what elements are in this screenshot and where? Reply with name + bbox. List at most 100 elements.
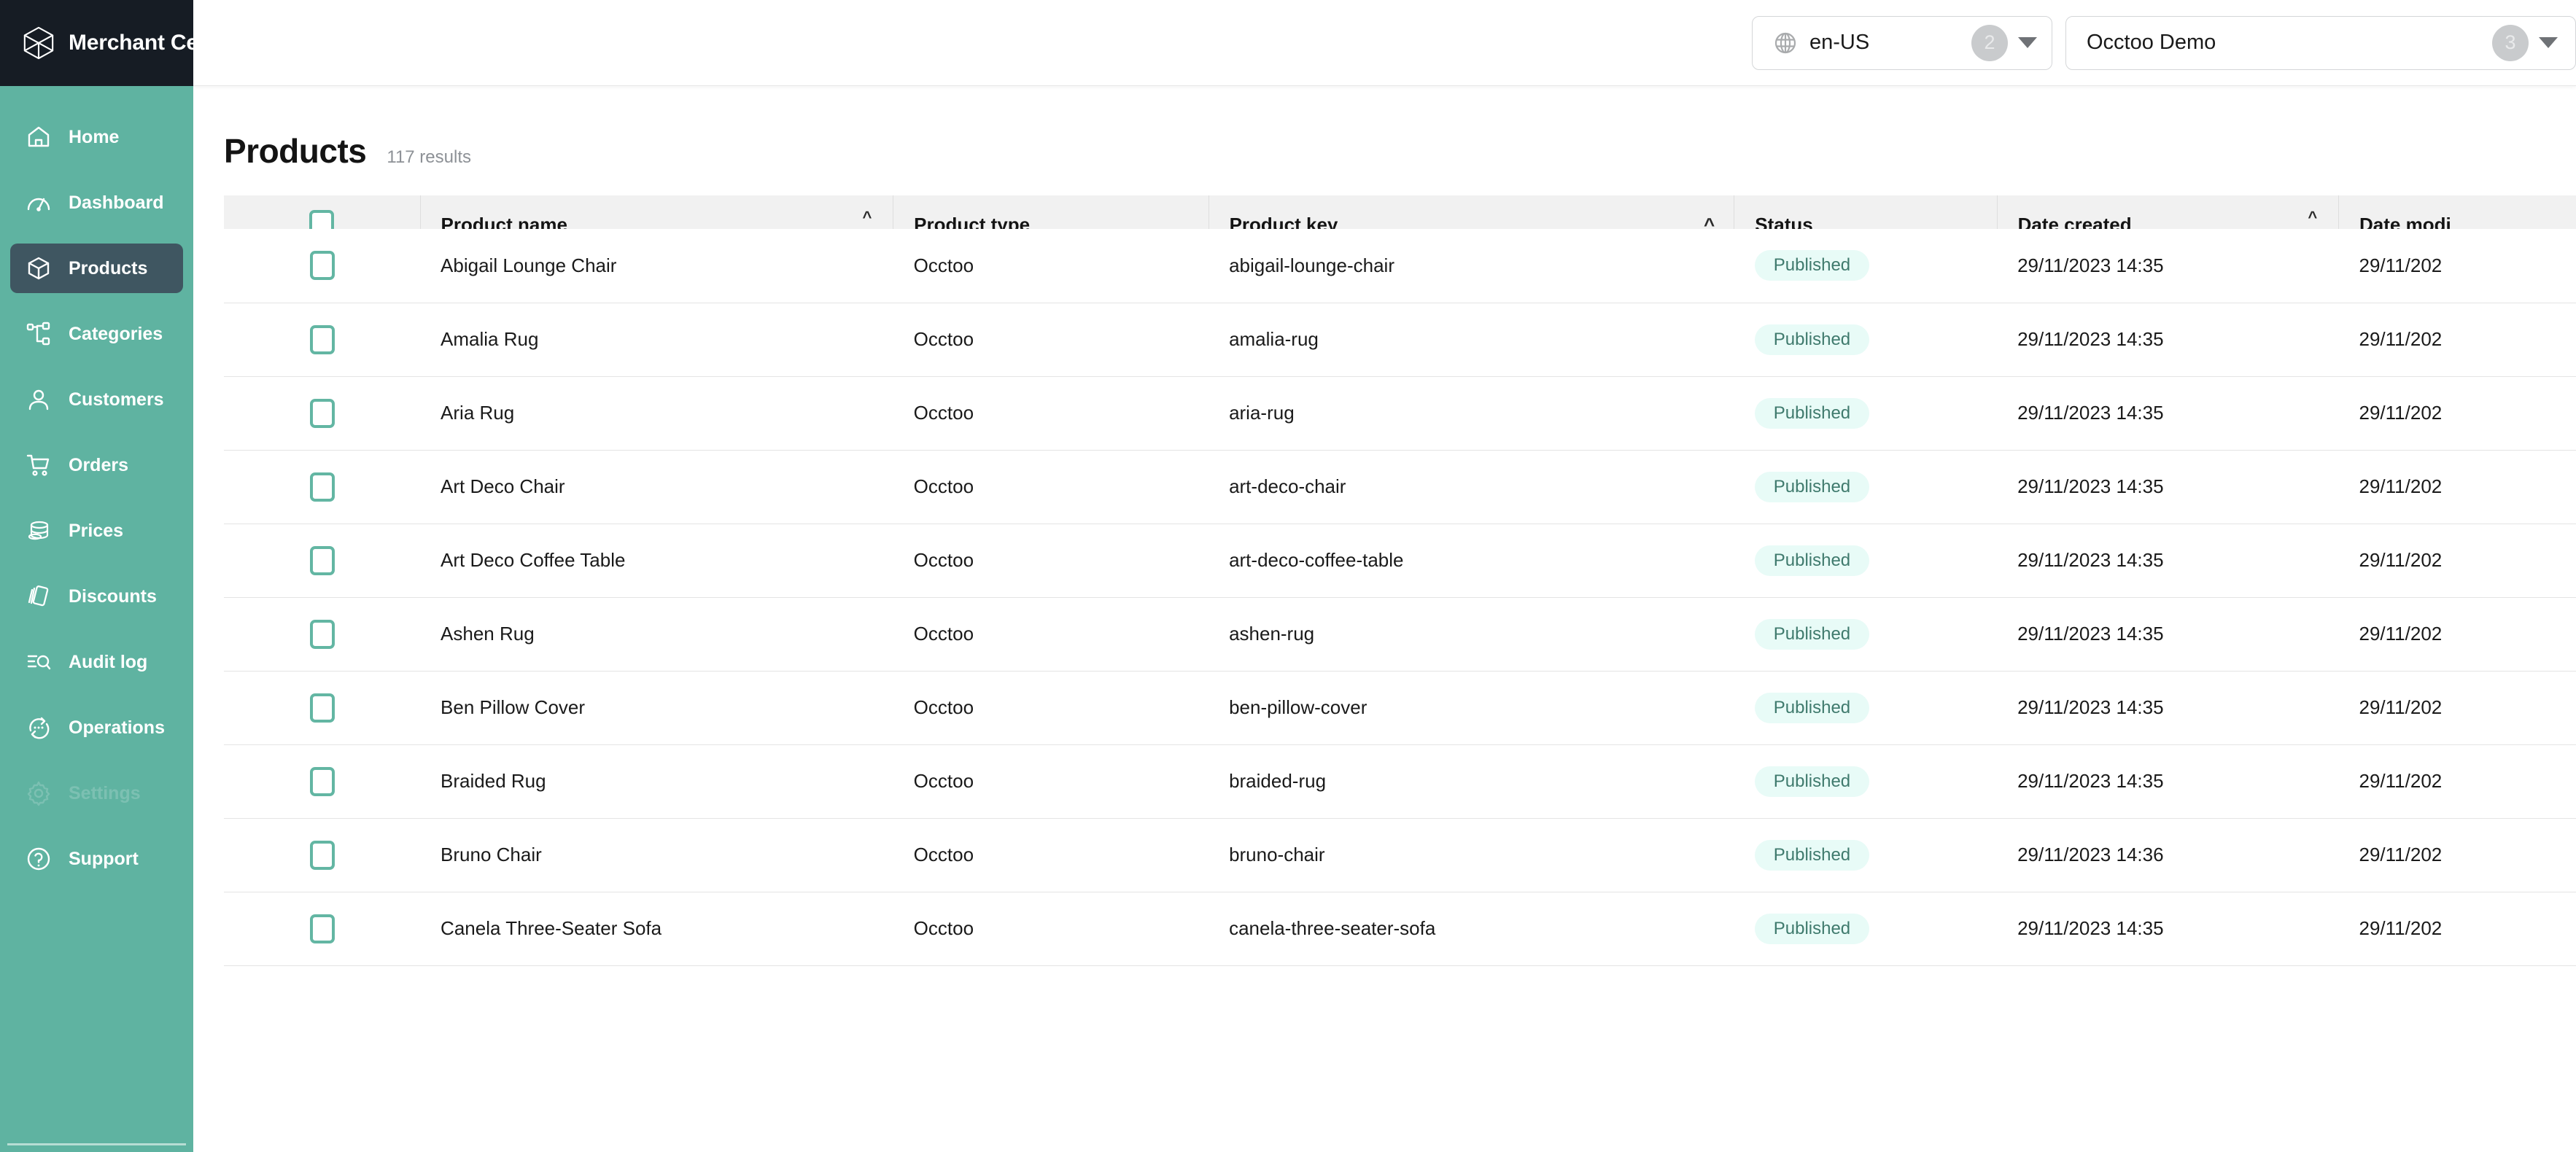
row-select-cell[interactable] <box>224 450 421 524</box>
table-row[interactable]: Ben Pillow Cover Occtoo ben-pillow-cover Pu… <box>224 671 2576 745</box>
table-row[interactable]: Bruno Chair Occtoo bruno-chair Published 29/… <box>224 818 2576 892</box>
cell-status: Published <box>1734 818 1998 892</box>
sidebar-item-customers[interactable]: Customers <box>10 375 183 424</box>
sidebar-item-settings[interactable]: Settings <box>10 768 183 818</box>
cell-date-modified: 29/11/202 <box>2338 376 2576 451</box>
cell-product-key: braided-rug <box>1209 744 1734 819</box>
table-row[interactable]: Amalia Rug Occtoo amalia-rug Published 29/11… <box>224 303 2576 377</box>
sidebar-item-products[interactable]: Products <box>10 244 183 293</box>
locale-selector-controls: 2 <box>1971 24 2037 61</box>
row-checkbox[interactable] <box>309 766 335 796</box>
cell-date-created: 29/11/2023 14:35 <box>1997 671 2339 745</box>
status-badge: Published <box>1754 839 1870 871</box>
sidebar-item-label: Settings <box>69 782 141 803</box>
row-checkbox[interactable] <box>309 619 335 649</box>
sidebar-item-operations[interactable]: Operations <box>10 703 183 752</box>
row-checkbox[interactable] <box>309 693 335 723</box>
cell-date-created: 29/11/2023 14:35 <box>1997 892 2339 966</box>
row-checkbox[interactable] <box>309 251 335 281</box>
row-checkbox[interactable] <box>309 914 335 943</box>
row-checkbox[interactable] <box>309 472 335 502</box>
cell-product-type: Occtoo <box>893 744 1209 819</box>
chevron-down-icon[interactable] <box>2539 37 2558 48</box>
cell-date-created: 29/11/2023 14:35 <box>1997 376 2339 451</box>
table-row[interactable]: Art Deco Coffee Table Occtoo art-deco-coff… <box>224 524 2576 598</box>
table-body: Abigail Lounge Chair Occtoo abigail-lounge… <box>224 229 2576 966</box>
locale-count-badge: 2 <box>1971 24 2008 61</box>
sidebar-item-audit-log[interactable]: Audit log <box>10 637 183 687</box>
sidebar-footer-divider <box>7 1143 186 1145</box>
row-select-cell[interactable] <box>224 229 421 303</box>
sidebar-item-label: Home <box>69 126 120 147</box>
row-select-cell[interactable] <box>224 524 421 598</box>
cell-product-key: abigail-lounge-chair <box>1209 229 1734 303</box>
row-select-cell[interactable] <box>224 303 421 377</box>
cell-date-modified: 29/11/202 <box>2338 597 2576 672</box>
gear-icon <box>25 779 53 807</box>
table-row[interactable]: Ashen Rug Occtoo ashen-rug Published 29/11/2… <box>224 597 2576 672</box>
cart-icon <box>25 451 53 479</box>
sidebar-item-categories[interactable]: Categories <box>10 309 183 359</box>
cell-product-name: Canela Three-Seater Sofa <box>420 892 893 966</box>
table-row[interactable]: Braided Rug Occtoo braided-rug Published 29/… <box>224 744 2576 819</box>
cell-product-type: Occtoo <box>893 818 1209 892</box>
sidebar-item-label: Orders <box>69 454 128 475</box>
row-checkbox[interactable] <box>309 398 335 428</box>
brand-title: Merchant Center <box>69 31 193 55</box>
cell-status: Published <box>1734 229 1998 303</box>
row-select-cell[interactable] <box>224 744 421 819</box>
sidebar-item-orders[interactable]: Orders <box>10 440 183 490</box>
cell-product-key: aria-rug <box>1209 376 1734 451</box>
locale-value: en-US <box>1809 31 1870 54</box>
chevron-down-icon[interactable] <box>2018 37 2037 48</box>
sidebar-item-label: Customers <box>69 389 164 410</box>
status-badge: Published <box>1754 913 1870 944</box>
sidebar-item-label: Dashboard <box>69 192 164 213</box>
project-selector[interactable]: Occtoo Demo 3 <box>2065 15 2576 70</box>
cell-status: Published <box>1734 744 1998 819</box>
table-row[interactable]: Aria Rug Occtoo aria-rug Published 29/11/202… <box>224 376 2576 451</box>
sitemap-icon <box>25 320 53 348</box>
cell-status: Published <box>1734 597 1998 672</box>
cell-product-key: art-deco-chair <box>1209 450 1734 524</box>
cell-product-type: Occtoo <box>893 671 1209 745</box>
row-checkbox[interactable] <box>309 324 335 354</box>
project-count-badge: 3 <box>2492 24 2529 61</box>
sidebar-item-label: Operations <box>69 717 165 738</box>
cell-date-created: 29/11/2023 14:36 <box>1997 818 2339 892</box>
cell-product-type: Occtoo <box>893 597 1209 672</box>
locale-selector[interactable]: en-US 2 <box>1752 15 2052 70</box>
cell-product-name: Amalia Rug <box>420 303 893 377</box>
coins-icon <box>25 517 53 545</box>
table-row[interactable]: Canela Three-Seater Sofa Occtoo canela-thr… <box>224 892 2576 966</box>
cell-product-name: Art Deco Chair <box>420 450 893 524</box>
table-row[interactable]: Art Deco Chair Occtoo art-deco-chair Publis… <box>224 450 2576 524</box>
cell-status: Published <box>1734 450 1998 524</box>
sidebar-item-dashboard[interactable]: Dashboard <box>10 178 183 227</box>
cell-date-created: 29/11/2023 14:35 <box>1997 524 2339 598</box>
sidebar-item-home[interactable]: Home <box>10 112 183 162</box>
sidebar-item-label: Prices <box>69 520 124 541</box>
row-select-cell[interactable] <box>224 892 421 966</box>
row-checkbox[interactable] <box>309 840 335 870</box>
cell-product-key: art-deco-coffee-table <box>1209 524 1734 598</box>
sidebar-item-prices[interactable]: Prices <box>10 506 183 556</box>
cell-date-modified: 29/11/202 <box>2338 744 2576 819</box>
row-select-cell[interactable] <box>224 671 421 745</box>
row-select-cell[interactable] <box>224 376 421 451</box>
sidebar-item-label: Discounts <box>69 585 157 607</box>
table-row[interactable]: Abigail Lounge Chair Occtoo abigail-lounge… <box>224 229 2576 303</box>
sidebar-item-support[interactable]: Support <box>10 834 183 884</box>
status-badge: Published <box>1754 766 1870 797</box>
cell-product-type: Occtoo <box>893 376 1209 451</box>
cell-product-name: Art Deco Coffee Table <box>420 524 893 598</box>
cell-status: Published <box>1734 524 1998 598</box>
status-badge: Published <box>1754 397 1870 429</box>
products-table: Product name ^⌄ Product type <box>224 195 2576 991</box>
cell-date-modified: 29/11/202 <box>2338 524 2576 598</box>
sidebar-item-discounts[interactable]: Discounts <box>10 572 183 621</box>
products-table-container[interactable]: Product name ^⌄ Product type <box>224 195 2576 1078</box>
row-select-cell[interactable] <box>224 597 421 672</box>
row-checkbox[interactable] <box>309 545 335 575</box>
row-select-cell[interactable] <box>224 818 421 892</box>
